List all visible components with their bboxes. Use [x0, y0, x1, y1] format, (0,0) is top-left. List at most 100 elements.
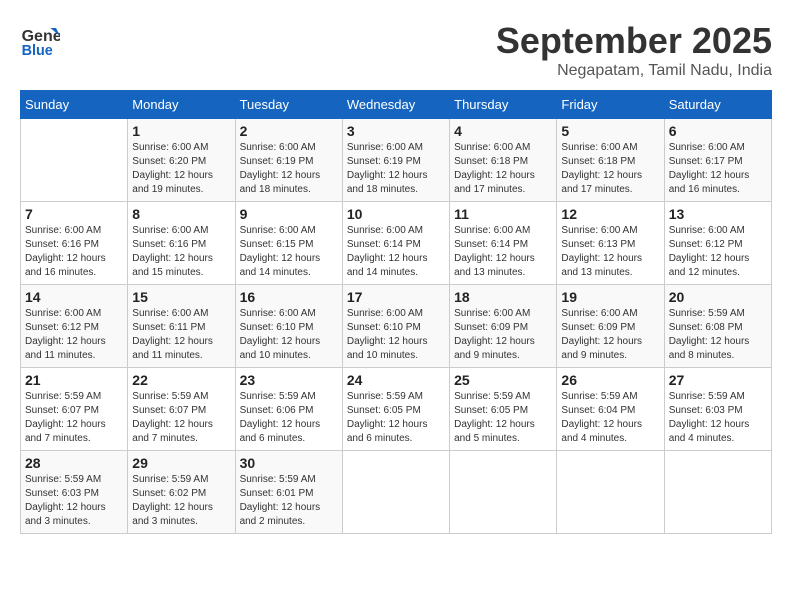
- day-info: Sunrise: 6:00 AM Sunset: 6:12 PM Dayligh…: [25, 307, 123, 363]
- day-number: 16: [240, 289, 338, 305]
- day-number: 2: [240, 123, 338, 139]
- day-info: Sunrise: 5:59 AM Sunset: 6:04 PM Dayligh…: [561, 390, 659, 446]
- day-header-friday: Friday: [557, 91, 664, 119]
- day-header-thursday: Thursday: [450, 91, 557, 119]
- day-number: 4: [454, 123, 552, 139]
- day-info: Sunrise: 5:59 AM Sunset: 6:07 PM Dayligh…: [25, 390, 123, 446]
- day-info: Sunrise: 6:00 AM Sunset: 6:18 PM Dayligh…: [454, 141, 552, 197]
- calendar-week-1: 1 Sunrise: 6:00 AM Sunset: 6:20 PM Daylig…: [21, 119, 772, 202]
- calendar-cell: 21 Sunrise: 5:59 AM Sunset: 6:07 PM Dayli…: [21, 368, 128, 451]
- calendar-cell: [21, 119, 128, 202]
- day-header-saturday: Saturday: [664, 91, 771, 119]
- location: Negapatam, Tamil Nadu, India: [496, 62, 772, 80]
- calendar-cell: 20 Sunrise: 5:59 AM Sunset: 6:08 PM Dayli…: [664, 285, 771, 368]
- day-number: 5: [561, 123, 659, 139]
- day-number: 19: [561, 289, 659, 305]
- svg-text:Blue: Blue: [22, 43, 53, 59]
- day-number: 25: [454, 372, 552, 388]
- calendar-cell: 25 Sunrise: 5:59 AM Sunset: 6:05 PM Dayli…: [450, 368, 557, 451]
- day-info: Sunrise: 6:00 AM Sunset: 6:13 PM Dayligh…: [561, 224, 659, 280]
- calendar-cell: 13Sunrise: 6:00 AM Sunset: 6:12 PM Dayli…: [664, 202, 771, 285]
- month-title: September 2025: [496, 20, 772, 62]
- calendar-cell: 11 Sunrise: 6:00 AM Sunset: 6:14 PM Dayli…: [450, 202, 557, 285]
- day-info: Sunrise: 6:00 AM Sunset: 6:17 PM Dayligh…: [669, 141, 767, 197]
- day-number: 18: [454, 289, 552, 305]
- calendar-body: 1 Sunrise: 6:00 AM Sunset: 6:20 PM Daylig…: [21, 119, 772, 534]
- day-number: 8: [132, 206, 230, 222]
- day-info: Sunrise: 5:59 AM Sunset: 6:08 PM Dayligh…: [669, 307, 767, 363]
- day-info: Sunrise: 6:00 AM Sunset: 6:20 PM Dayligh…: [132, 141, 230, 197]
- day-number: 3: [347, 123, 445, 139]
- calendar-cell: 12 Sunrise: 6:00 AM Sunset: 6:13 PM Dayli…: [557, 202, 664, 285]
- day-info: Sunrise: 5:59 AM Sunset: 6:05 PM Dayligh…: [347, 390, 445, 446]
- day-info: Sunrise: 5:59 AM Sunset: 6:05 PM Dayligh…: [454, 390, 552, 446]
- day-number: 28: [25, 455, 123, 471]
- day-info: Sunrise: 6:00 AM Sunset: 6:18 PM Dayligh…: [561, 141, 659, 197]
- day-info: Sunrise: 6:00 AM Sunset: 6:14 PM Dayligh…: [347, 224, 445, 280]
- day-number: 6: [669, 123, 767, 139]
- day-number: 21: [25, 372, 123, 388]
- page-header: General Blue September 2025 Negapatam, T…: [20, 20, 772, 80]
- day-info: Sunrise: 6:00 AM Sunset: 6:09 PM Dayligh…: [561, 307, 659, 363]
- calendar-cell: 1 Sunrise: 6:00 AM Sunset: 6:20 PM Daylig…: [128, 119, 235, 202]
- day-info: Sunrise: 6:00 AM Sunset: 6:19 PM Dayligh…: [347, 141, 445, 197]
- day-info: Sunrise: 6:00 AM Sunset: 6:10 PM Dayligh…: [240, 307, 338, 363]
- day-info: Sunrise: 5:59 AM Sunset: 6:01 PM Dayligh…: [240, 473, 338, 529]
- calendar-cell: [450, 451, 557, 534]
- day-info: Sunrise: 6:00 AM Sunset: 6:16 PM Dayligh…: [132, 224, 230, 280]
- day-number: 17: [347, 289, 445, 305]
- day-number: 22: [132, 372, 230, 388]
- calendar-cell: 17 Sunrise: 6:00 AM Sunset: 6:10 PM Dayli…: [342, 285, 449, 368]
- calendar-cell: 2 Sunrise: 6:00 AM Sunset: 6:19 PM Daylig…: [235, 119, 342, 202]
- calendar-week-2: 7 Sunrise: 6:00 AM Sunset: 6:16 PM Daylig…: [21, 202, 772, 285]
- day-number: 14: [25, 289, 123, 305]
- calendar-cell: 28 Sunrise: 5:59 AM Sunset: 6:03 PM Dayli…: [21, 451, 128, 534]
- calendar-week-5: 28 Sunrise: 5:59 AM Sunset: 6:03 PM Dayli…: [21, 451, 772, 534]
- day-info: Sunrise: 6:00 AM Sunset: 6:10 PM Dayligh…: [347, 307, 445, 363]
- calendar-cell: [342, 451, 449, 534]
- day-number: 7: [25, 206, 123, 222]
- calendar-cell: 18 Sunrise: 6:00 AM Sunset: 6:09 PM Dayli…: [450, 285, 557, 368]
- calendar-cell: 9Sunrise: 6:00 AM Sunset: 6:15 PM Daylig…: [235, 202, 342, 285]
- day-number: 15: [132, 289, 230, 305]
- day-number: 24: [347, 372, 445, 388]
- calendar-cell: 16 Sunrise: 6:00 AM Sunset: 6:10 PM Dayli…: [235, 285, 342, 368]
- calendar-cell: 23 Sunrise: 5:59 AM Sunset: 6:06 PM Dayli…: [235, 368, 342, 451]
- calendar-cell: 14 Sunrise: 6:00 AM Sunset: 6:12 PM Dayli…: [21, 285, 128, 368]
- title-block: September 2025 Negapatam, Tamil Nadu, In…: [496, 20, 772, 80]
- day-info: Sunrise: 6:00 AM Sunset: 6:14 PM Dayligh…: [454, 224, 552, 280]
- day-number: 23: [240, 372, 338, 388]
- calendar-cell: 15 Sunrise: 6:00 AM Sunset: 6:11 PM Dayli…: [128, 285, 235, 368]
- calendar-cell: 7Sunrise: 6:00 AM Sunset: 6:16 PM Daylig…: [21, 202, 128, 285]
- day-header-monday: Monday: [128, 91, 235, 119]
- day-number: 30: [240, 455, 338, 471]
- day-number: 27: [669, 372, 767, 388]
- calendar-cell: [664, 451, 771, 534]
- day-header-tuesday: Tuesday: [235, 91, 342, 119]
- day-info: Sunrise: 5:59 AM Sunset: 6:03 PM Dayligh…: [25, 473, 123, 529]
- calendar-cell: 26 Sunrise: 5:59 AM Sunset: 6:04 PM Dayli…: [557, 368, 664, 451]
- day-info: Sunrise: 6:00 AM Sunset: 6:11 PM Dayligh…: [132, 307, 230, 363]
- day-header-sunday: Sunday: [21, 91, 128, 119]
- calendar-week-4: 21 Sunrise: 5:59 AM Sunset: 6:07 PM Dayli…: [21, 368, 772, 451]
- day-info: Sunrise: 6:00 AM Sunset: 6:19 PM Dayligh…: [240, 141, 338, 197]
- day-number: 12: [561, 206, 659, 222]
- day-number: 1: [132, 123, 230, 139]
- day-info: Sunrise: 6:00 AM Sunset: 6:09 PM Dayligh…: [454, 307, 552, 363]
- calendar-cell: 29 Sunrise: 5:59 AM Sunset: 6:02 PM Dayli…: [128, 451, 235, 534]
- day-number: 20: [669, 289, 767, 305]
- day-info: Sunrise: 6:00 AM Sunset: 6:15 PM Dayligh…: [240, 224, 338, 280]
- calendar-cell: 30 Sunrise: 5:59 AM Sunset: 6:01 PM Dayli…: [235, 451, 342, 534]
- day-info: Sunrise: 5:59 AM Sunset: 6:07 PM Dayligh…: [132, 390, 230, 446]
- calendar-cell: 27Sunrise: 5:59 AM Sunset: 6:03 PM Dayli…: [664, 368, 771, 451]
- day-info: Sunrise: 5:59 AM Sunset: 6:06 PM Dayligh…: [240, 390, 338, 446]
- day-number: 29: [132, 455, 230, 471]
- calendar-cell: 19 Sunrise: 6:00 AM Sunset: 6:09 PM Dayli…: [557, 285, 664, 368]
- day-info: Sunrise: 5:59 AM Sunset: 6:02 PM Dayligh…: [132, 473, 230, 529]
- day-number: 26: [561, 372, 659, 388]
- logo-icon: General Blue: [20, 20, 60, 60]
- calendar-cell: 3 Sunrise: 6:00 AM Sunset: 6:19 PM Daylig…: [342, 119, 449, 202]
- calendar-cell: 24 Sunrise: 5:59 AM Sunset: 6:05 PM Dayli…: [342, 368, 449, 451]
- calendar-week-3: 14 Sunrise: 6:00 AM Sunset: 6:12 PM Dayli…: [21, 285, 772, 368]
- day-number: 11: [454, 206, 552, 222]
